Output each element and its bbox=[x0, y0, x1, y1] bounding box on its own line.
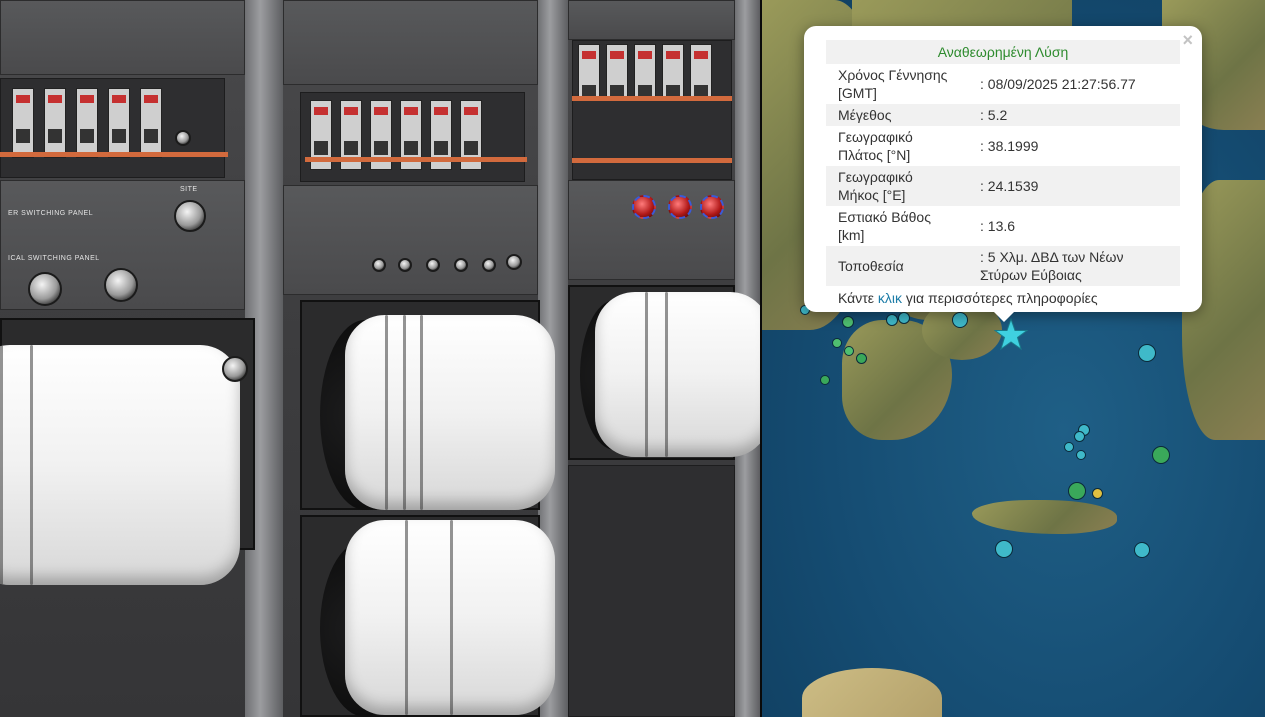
seismograph-photo: ER SWITCHING PANEL ICAL SWITCHING PANEL … bbox=[0, 0, 760, 717]
earthquake-marker[interactable] bbox=[844, 346, 854, 356]
earthquake-marker[interactable] bbox=[952, 312, 968, 328]
popup-title: Αναθεωρημένη Λύση bbox=[826, 40, 1180, 64]
panel-label: ER SWITCHING PANEL bbox=[8, 210, 94, 217]
close-icon[interactable]: × bbox=[1182, 30, 1193, 51]
earthquake-marker[interactable] bbox=[820, 375, 830, 385]
table-row: Τοποθεσία : 5 Χλμ. ΔΒΔ των Νέων Στύρων Ε… bbox=[826, 246, 1180, 286]
knob-label: SITE bbox=[180, 186, 198, 193]
earthquake-marker[interactable] bbox=[842, 316, 854, 328]
earthquake-marker[interactable] bbox=[1064, 442, 1074, 452]
earthquake-marker[interactable] bbox=[1076, 450, 1086, 460]
earthquake-marker[interactable] bbox=[1134, 542, 1150, 558]
star-icon[interactable] bbox=[994, 318, 1028, 352]
earthquake-marker[interactable] bbox=[995, 540, 1013, 558]
table-row: Γεωγραφικό Πλάτος [°N] : 38.1999 bbox=[826, 126, 1180, 166]
field-value-longitude: : 24.1539 bbox=[968, 166, 1180, 206]
table-row: Χρόνος Γέννησης [GMT] : 08/09/2025 21:27… bbox=[826, 64, 1180, 104]
earthquake-marker[interactable] bbox=[832, 338, 842, 348]
recording-drum bbox=[595, 292, 760, 457]
rack-panel bbox=[283, 185, 538, 295]
earthquake-marker[interactable] bbox=[856, 353, 867, 364]
earthquake-marker[interactable] bbox=[1068, 482, 1086, 500]
earthquake-marker[interactable] bbox=[1152, 446, 1170, 464]
rack-panel bbox=[568, 465, 735, 717]
land-africa bbox=[802, 668, 942, 717]
earthquake-info-popup: × Αναθεωρημένη Λύση Χρόνος Γέννησης [GMT… bbox=[804, 26, 1202, 322]
field-value-origin-time: : 08/09/2025 21:27:56.77 bbox=[980, 76, 1136, 92]
panel-label: ICAL SWITCHING PANEL bbox=[8, 255, 100, 262]
earthquake-marker[interactable] bbox=[886, 314, 898, 326]
table-row: Γεωγραφικό Μήκος [°E] : 24.1539 bbox=[826, 166, 1180, 206]
field-value-latitude: : 38.1999 bbox=[980, 138, 1039, 154]
more-info-link[interactable]: κλικ bbox=[878, 290, 902, 306]
more-info-prefix: Κάντε bbox=[838, 290, 878, 306]
field-label-depth: Εστιακό Βάθος [km] bbox=[838, 209, 931, 243]
earthquake-details-table: Χρόνος Γέννησης [GMT] : 08/09/2025 21:27… bbox=[826, 64, 1180, 286]
rack-panel bbox=[0, 0, 245, 75]
rack-panel bbox=[283, 0, 538, 85]
field-label-longitude: Γεωγραφικό Μήκος [°E] bbox=[826, 166, 968, 206]
recording-drum bbox=[345, 315, 555, 510]
field-value-depth: : 13.6 bbox=[980, 218, 1016, 234]
field-label-magnitude: Μέγεθος bbox=[826, 104, 968, 126]
earthquake-marker[interactable] bbox=[898, 312, 910, 324]
rack-panel bbox=[568, 0, 735, 40]
recording-drum bbox=[0, 345, 240, 585]
table-row: Εστιακό Βάθος [km] : 13.6 bbox=[826, 206, 1180, 246]
earthquake-marker[interactable] bbox=[1092, 488, 1103, 499]
table-row: Μέγεθος : 5.2 bbox=[826, 104, 1180, 126]
field-label-location: Τοποθεσία bbox=[826, 246, 968, 286]
field-label-origin-time: Χρόνος Γέννησης [GMT] bbox=[838, 67, 948, 101]
field-value-magnitude: : 5.2 bbox=[968, 104, 1180, 126]
earthquake-marker[interactable] bbox=[1138, 344, 1156, 362]
earthquake-marker[interactable] bbox=[1074, 431, 1085, 442]
land-crete bbox=[972, 500, 1117, 534]
recording-drum bbox=[345, 520, 555, 715]
field-label-latitude: Γεωγραφικό Πλάτος [°N] bbox=[838, 129, 913, 163]
more-info-suffix: για περισσότερες πληροφορίες bbox=[902, 290, 1098, 306]
more-info-line: Κάντε κλικ για περισσότερες πληροφορίες bbox=[826, 286, 1180, 310]
field-value-location: : 5 Χλμ. ΔΒΔ των Νέων Στύρων Εύβοιας bbox=[968, 246, 1180, 286]
